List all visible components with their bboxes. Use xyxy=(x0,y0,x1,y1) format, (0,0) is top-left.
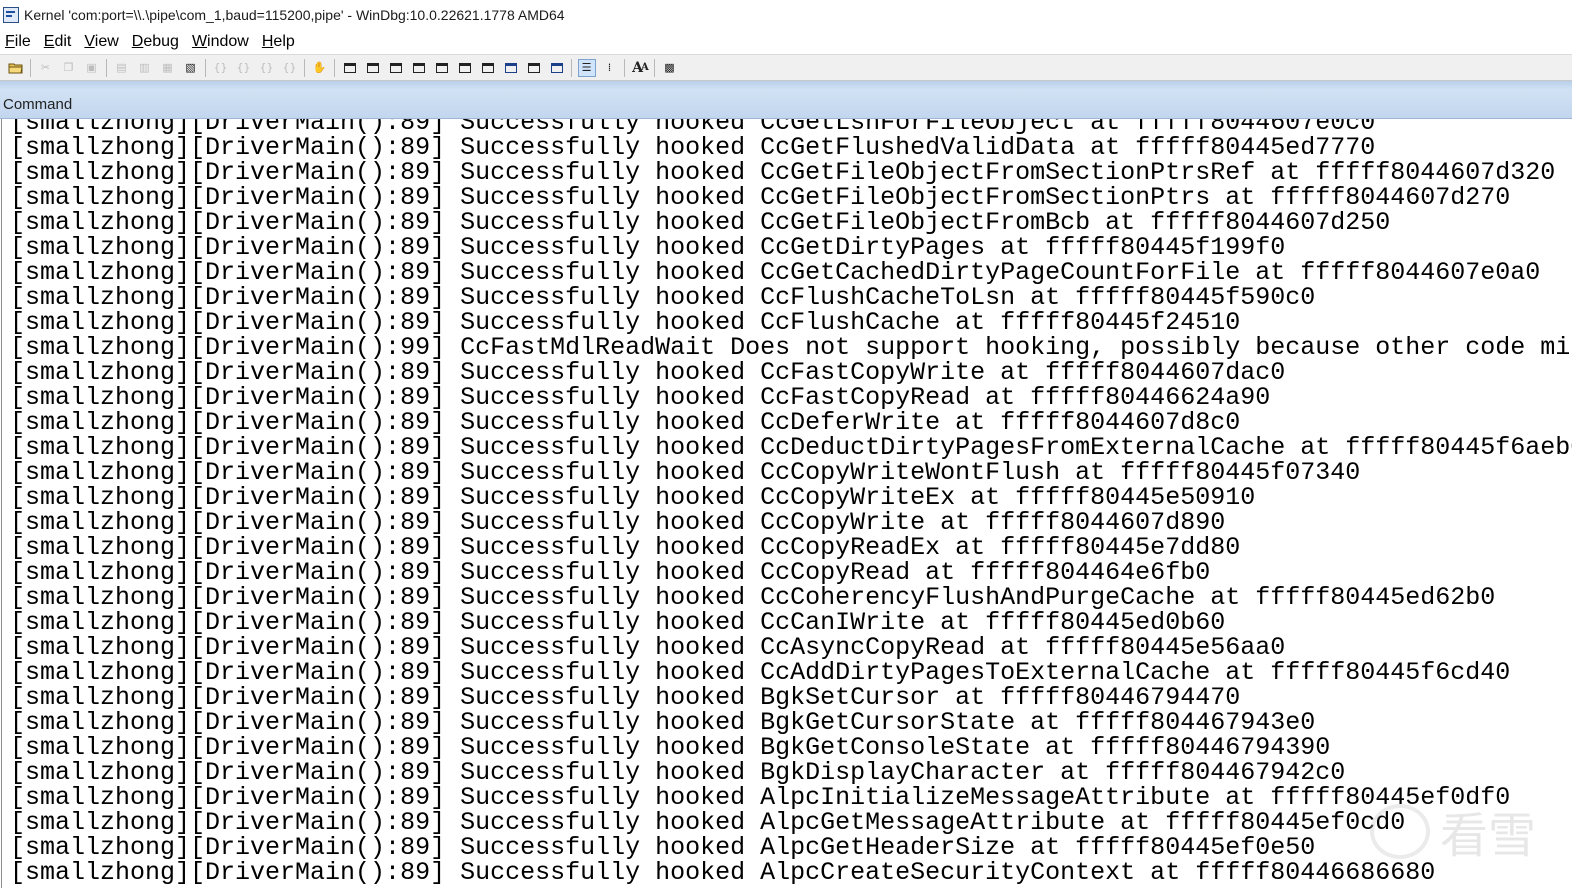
log-line: [smallzhong][DriverMain():89] Successful… xyxy=(10,733,1331,762)
processes-threads-window-icon[interactable] xyxy=(525,59,543,77)
scratch-pad-window-icon[interactable] xyxy=(502,59,520,77)
toolbar-separator xyxy=(654,58,655,77)
menu-window[interactable]: Window xyxy=(187,33,257,51)
panel-title: Command xyxy=(3,96,73,113)
log-line: [smallzhong][DriverMain():89] Successful… xyxy=(10,558,1211,587)
step-over-icon[interactable]: {} xyxy=(235,59,253,77)
log-line: [smallzhong][DriverMain():89] Successful… xyxy=(10,633,1286,662)
command-window-icon[interactable] xyxy=(341,59,359,77)
registers-window-icon[interactable] xyxy=(410,59,428,77)
run-to-cursor-icon[interactable]: {} xyxy=(281,59,299,77)
toolbar: ✂ ❐ ▣ ▤ ▥ ▦ ▧ {} {} {} {} ✋ ☰ ⁞ AA ▩ xyxy=(0,54,1572,81)
menu-file[interactable]: File xyxy=(0,33,39,51)
log-line: [smallzhong][DriverMain():89] Successful… xyxy=(10,808,1406,837)
cut-icon[interactable]: ✂ xyxy=(37,59,55,77)
hex-mode-icon[interactable]: ⁞ xyxy=(601,59,619,77)
title-bar: Kernel 'com:port=\\.\pipe\com_1,baud=115… xyxy=(0,0,1572,30)
toolbar-separator xyxy=(106,58,107,77)
log-line: [smallzhong][DriverMain():89] Successful… xyxy=(10,508,1226,537)
log-line: [smallzhong][DriverMain():89] Successful… xyxy=(10,258,1541,287)
log-line: [smallzhong][DriverMain():89] Successful… xyxy=(10,483,1256,512)
source-mode-toggle-icon[interactable]: ☰ xyxy=(577,58,596,77)
log-line: [smallzhong][DriverMain():89] Successful… xyxy=(10,833,1316,862)
toolbar-separator xyxy=(30,58,31,77)
log-line: [smallzhong][DriverMain():89] Successful… xyxy=(10,408,1241,437)
toolbar-separator xyxy=(624,58,625,77)
log-line: [smallzhong][DriverMain():89] Successful… xyxy=(10,158,1556,187)
toolbar-separator xyxy=(571,58,572,77)
command-panel-header[interactable]: Command xyxy=(0,89,1572,119)
window-title: Kernel 'com:port=\\.\pipe\com_1,baud=115… xyxy=(24,7,565,23)
log-line: [smallzhong][DriverMain():89] Successful… xyxy=(10,133,1376,162)
toolbar-separator xyxy=(205,58,206,77)
log-line: [smallzhong][DriverMain():99] CcFastMdlR… xyxy=(10,333,1571,362)
copy-icon[interactable]: ❐ xyxy=(60,59,78,77)
menu-debug[interactable]: Debug xyxy=(127,33,187,51)
log-line: [smallzhong][DriverMain():89] Successful… xyxy=(10,433,1572,462)
log-line: [smallzhong][DriverMain():89] Successful… xyxy=(10,683,1241,712)
log-line: [smallzhong][DriverMain():89] Successful… xyxy=(10,233,1286,262)
restart-icon[interactable]: ▥ xyxy=(136,59,154,77)
log-line: [smallzhong][DriverMain():89] Successful… xyxy=(10,583,1496,612)
log-line: [smallzhong][DriverMain():89] Successful… xyxy=(10,858,1436,887)
toolbar-separator xyxy=(304,58,305,77)
call-stack-window-icon[interactable] xyxy=(456,59,474,77)
log-line: [smallzhong][DriverMain():89] Successful… xyxy=(10,358,1286,387)
log-lines: [smallzhong][DriverMain():89] Successful… xyxy=(10,119,1572,885)
toolbar-separator xyxy=(334,58,335,77)
log-line: [smallzhong][DriverMain():89] Successful… xyxy=(10,758,1346,787)
log-line: [smallzhong][DriverMain():89] Successful… xyxy=(10,658,1511,687)
log-line: [smallzhong][DriverMain():89] Successful… xyxy=(10,383,1271,412)
windbg-app-icon[interactable] xyxy=(3,7,19,23)
paste-icon[interactable]: ▣ xyxy=(83,59,101,77)
source-mode-window-icon[interactable] xyxy=(548,59,566,77)
disassembly-window-icon[interactable] xyxy=(479,59,497,77)
log-line: [smallzhong][DriverMain():89] Successful… xyxy=(10,708,1316,737)
log-line: [smallzhong][DriverMain():89] Successful… xyxy=(10,183,1511,212)
options-icon[interactable]: ▩ xyxy=(661,59,679,77)
memory-window-icon[interactable] xyxy=(433,59,451,77)
log-line: [smallzhong][DriverMain():89] Successful… xyxy=(10,783,1511,812)
watch-window-icon[interactable] xyxy=(364,59,382,77)
stop-debugging-icon[interactable]: ▦ xyxy=(159,59,177,77)
locals-window-icon[interactable] xyxy=(387,59,405,77)
step-into-icon[interactable]: {} xyxy=(212,59,230,77)
menu-view[interactable]: View xyxy=(79,33,126,51)
menu-help[interactable]: Help xyxy=(257,33,303,51)
log-line: [smallzhong][DriverMain():89] Successful… xyxy=(10,533,1241,562)
font-icon[interactable]: AA xyxy=(631,59,649,77)
command-output[interactable]: [smallzhong][DriverMain():89] Successful… xyxy=(1,119,1572,888)
open-folder-icon[interactable] xyxy=(7,59,25,77)
step-out-icon[interactable]: {} xyxy=(258,59,276,77)
dock-background xyxy=(0,81,1572,89)
log-line: [smallzhong][DriverMain():89] Successful… xyxy=(10,308,1241,337)
break-icon[interactable]: ▧ xyxy=(182,59,200,77)
log-line: [smallzhong][DriverMain():89] Successful… xyxy=(10,458,1361,487)
menu-edit[interactable]: Edit xyxy=(39,33,80,51)
log-line: [smallzhong][DriverMain():89] Successful… xyxy=(10,608,1226,637)
hand-icon[interactable]: ✋ xyxy=(311,59,329,77)
log-line: [smallzhong][DriverMain():89] Successful… xyxy=(10,283,1316,312)
log-line: [smallzhong][DriverMain():89] Successful… xyxy=(10,208,1391,237)
menu-bar: File Edit View Debug Window Help xyxy=(0,30,1572,54)
go-icon[interactable]: ▤ xyxy=(113,59,131,77)
